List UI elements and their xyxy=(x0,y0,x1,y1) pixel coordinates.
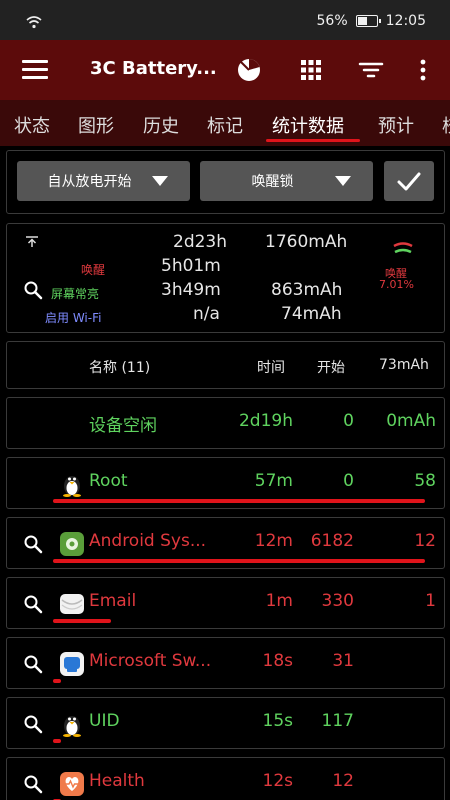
row-name: UID xyxy=(89,711,120,731)
clock: 12:05 xyxy=(385,13,426,29)
filter-icon[interactable] xyxy=(358,57,384,83)
screen-on-mah: 863mAh xyxy=(271,280,343,300)
chevron-down-icon xyxy=(152,176,168,186)
table-header: 名称 (11) 时间 开始 73mAh xyxy=(6,341,445,389)
search-icon[interactable] xyxy=(23,654,43,674)
row-start: 6182 xyxy=(310,531,354,551)
chevron-down-icon xyxy=(335,176,351,186)
microsoft-swiftkey-icon xyxy=(60,652,84,676)
table-row[interactable]: Health 12s 12 xyxy=(6,757,445,800)
search-icon[interactable] xyxy=(23,774,43,794)
grid-icon[interactable] xyxy=(298,57,324,83)
battery-percent: 56% xyxy=(316,13,348,29)
row-start: 31 xyxy=(332,651,354,671)
row-time: 12m xyxy=(254,531,293,551)
period-dropdown-value: 自从放电开始 xyxy=(47,174,132,190)
awake-time: 5h01m xyxy=(161,256,221,276)
wifi-icon xyxy=(26,16,42,29)
penguin-icon xyxy=(63,716,81,737)
table-row[interactable]: 设备空闲 2d19h 0 0mAh xyxy=(6,397,445,449)
row-mah: 12 xyxy=(414,531,436,551)
row-name: Android Sys... xyxy=(89,531,207,551)
row-time: 18s xyxy=(262,651,294,671)
search-icon[interactable] xyxy=(23,594,43,614)
row-mah: 1 xyxy=(425,591,436,611)
total-mah: 1760mAh xyxy=(265,232,348,252)
usage-bar xyxy=(53,739,61,743)
apply-button[interactable] xyxy=(384,161,434,201)
tab-history[interactable]: 历史 xyxy=(143,112,179,138)
android-system-icon xyxy=(60,532,84,556)
penguin-icon xyxy=(63,476,81,497)
column-time[interactable]: 时间 xyxy=(257,357,285,377)
gauge-percent: 7.01% xyxy=(379,278,414,291)
row-name: Email xyxy=(89,591,137,611)
row-name: Health xyxy=(89,771,145,791)
tab-graph[interactable]: 图形 xyxy=(78,112,114,138)
category-dropdown-value: 唤醒锁 xyxy=(251,174,294,190)
row-start: 12 xyxy=(332,771,354,791)
usage-bar xyxy=(53,679,61,683)
awake-label: 唤醒 xyxy=(81,263,106,277)
wifi-time: n/a xyxy=(193,304,220,324)
row-time: 15s xyxy=(262,711,294,731)
email-icon xyxy=(60,594,84,614)
row-name: Microsoft Sw... xyxy=(89,651,212,671)
search-icon[interactable] xyxy=(23,534,43,554)
battery-icon xyxy=(355,15,381,27)
more-options-icon[interactable] xyxy=(410,57,436,83)
row-start: 117 xyxy=(321,711,354,731)
row-mah: 0mAh xyxy=(386,411,436,431)
upload-icon[interactable] xyxy=(25,236,39,248)
table-row[interactable]: UID 15s 117 xyxy=(6,697,445,749)
category-dropdown[interactable]: 唤醒锁 xyxy=(200,161,373,201)
column-name[interactable]: 名称 (11) xyxy=(89,357,150,377)
row-name: 设备空闲 xyxy=(89,416,157,436)
table-row[interactable]: Root 57m 0 58 xyxy=(6,457,445,509)
tab-estimate[interactable]: 预计 xyxy=(378,112,414,138)
status-bar: 56% 12:05 xyxy=(0,0,450,40)
row-time: 12s xyxy=(262,771,294,791)
row-mah: 58 xyxy=(414,471,436,491)
tab-calibrate[interactable]: 校 xyxy=(442,112,450,138)
column-mah[interactable]: 73mAh xyxy=(379,357,429,373)
usage-bar xyxy=(53,559,426,563)
usage-bar xyxy=(53,619,111,623)
check-icon xyxy=(397,172,421,191)
tab-statistics[interactable]: 统计数据 xyxy=(272,112,344,138)
table-row[interactable]: Microsoft Sw... 18s 31 xyxy=(6,637,445,689)
row-start: 330 xyxy=(321,591,354,611)
row-start: 0 xyxy=(343,411,354,431)
usage-bar xyxy=(53,499,426,503)
summary-panel: 2d23h 1760mAh 唤醒 5h01m 屏幕常亮 3h49m 863mAh… xyxy=(6,223,445,333)
search-icon[interactable] xyxy=(23,280,43,300)
health-icon xyxy=(60,772,84,796)
table-row[interactable]: Android Sys... 12m 6182 12 xyxy=(6,517,445,569)
total-time: 2d23h xyxy=(173,232,228,252)
row-name: Root xyxy=(89,471,128,491)
tab-bar: 状态 图形 历史 标记 统计数据 预计 校 xyxy=(0,100,450,146)
row-time: 2d19h xyxy=(238,411,293,431)
row-time: 57m xyxy=(254,471,293,491)
wifi-label: 启用 Wi-Fi xyxy=(45,311,102,325)
tab-marks[interactable]: 标记 xyxy=(207,112,243,138)
screen-on-time: 3h49m xyxy=(161,280,221,300)
filter-panel: 自从放电开始 唤醒锁 xyxy=(6,150,445,214)
period-dropdown[interactable]: 自从放电开始 xyxy=(17,161,190,201)
pie-chart-icon[interactable] xyxy=(236,57,262,83)
wifi-mah: 74mAh xyxy=(281,304,342,324)
gauge-icon xyxy=(393,242,413,254)
row-time: 1m xyxy=(265,591,293,611)
search-icon[interactable] xyxy=(23,714,43,734)
tab-status[interactable]: 状态 xyxy=(14,112,50,138)
column-start[interactable]: 开始 xyxy=(317,357,345,377)
menu-icon[interactable] xyxy=(22,60,48,80)
row-start: 0 xyxy=(343,471,354,491)
table-row[interactable]: Email 1m 330 1 xyxy=(6,577,445,629)
app-title: 3C Battery... xyxy=(90,58,217,79)
app-bar: 3C Battery... xyxy=(0,40,450,100)
active-tab-indicator xyxy=(266,139,360,142)
screen-on-label: 屏幕常亮 xyxy=(51,287,100,301)
